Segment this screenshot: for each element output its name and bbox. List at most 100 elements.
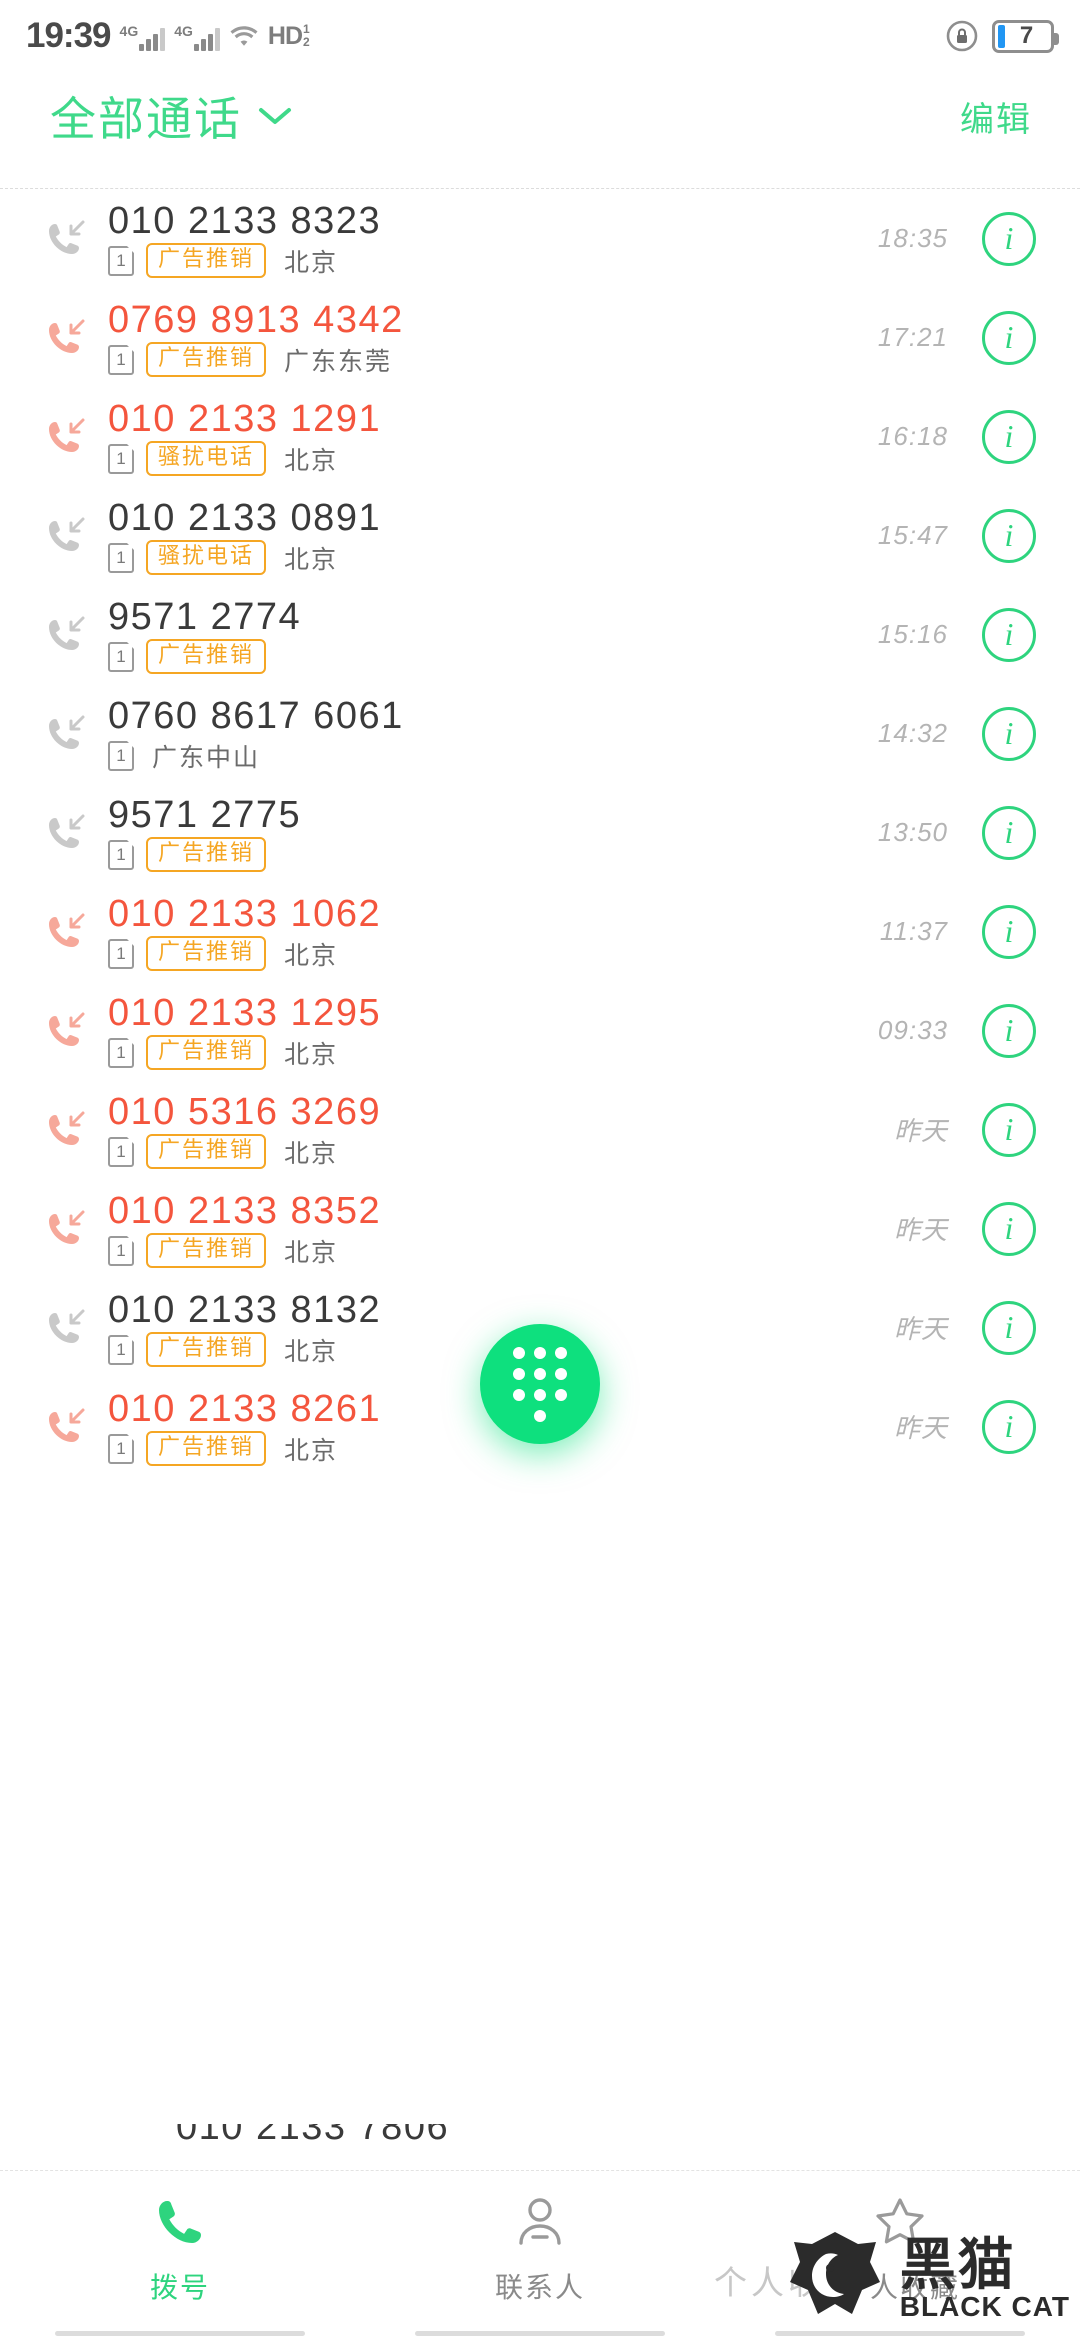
incoming-call-icon xyxy=(34,1107,96,1153)
black-cat-logo-icon xyxy=(780,2224,890,2334)
nav-item-dial[interactable]: 拨号 xyxy=(0,2171,360,2306)
phone-number: 010 2133 8352 xyxy=(108,1189,382,1232)
info-icon[interactable]: i xyxy=(982,211,1036,266)
watermark-cn-text: 黑猫 xyxy=(899,2233,1016,2296)
call-timestamp: 13:50 xyxy=(877,817,948,847)
sim-card-icon: 1 xyxy=(108,1334,134,1365)
incoming-call-icon xyxy=(34,1008,96,1054)
sim-card-icon: 1 xyxy=(108,1136,134,1167)
rotation-lock-icon xyxy=(946,20,978,52)
call-location-label: 北京 xyxy=(284,1139,339,1168)
info-icon[interactable]: i xyxy=(982,607,1036,662)
spam-tag-badge: 骚扰电话 xyxy=(146,540,267,575)
phone-number: 010 2133 0891 xyxy=(108,496,382,539)
call-log-row[interactable]: 010 5316 3269 1 广告推销 北京 昨天 i xyxy=(0,1080,1080,1179)
incoming-call-icon xyxy=(34,513,96,559)
call-timestamp: 15:16 xyxy=(877,619,948,649)
black-cat-watermark: 黑猫 BLACK CAT xyxy=(780,2224,1070,2334)
hd-sim2-indicator: 2 xyxy=(303,35,310,49)
incoming-call-icon xyxy=(34,909,96,955)
info-icon[interactable]: i xyxy=(982,1300,1036,1355)
call-timestamp: 昨天 xyxy=(893,1314,948,1344)
sim2-network-label: 4G xyxy=(174,23,193,39)
call-timestamp: 09:33 xyxy=(877,1015,948,1045)
phone-number: 010 2133 8132 xyxy=(108,1288,382,1331)
info-icon[interactable]: i xyxy=(982,409,1036,464)
call-log-row[interactable]: 0769 8913 4342 1 广告推销 广东东莞 17:21 i xyxy=(0,288,1080,387)
sim-card-icon: 1 xyxy=(108,443,134,474)
nav-item-label: 联系人 xyxy=(494,2272,585,2303)
sim-card-icon: 1 xyxy=(108,542,134,573)
spam-tag-badge: 广告推销 xyxy=(146,1431,267,1466)
phone-icon xyxy=(151,2193,209,2256)
call-timestamp: 昨天 xyxy=(893,1215,948,1245)
call-log-row[interactable]: 010 2133 8323 1 广告推销 北京 18:35 i xyxy=(0,189,1080,288)
call-log-list[interactable]: 010 2133 8323 1 广告推销 北京 18:35 i 0769 8913 4342… xyxy=(0,189,1080,1476)
call-log-row[interactable]: 010 2133 8352 1 广告推销 北京 昨天 i xyxy=(0,1179,1080,1278)
sim1-network-label: 4G xyxy=(119,23,139,39)
phone-number: 010 2133 8323 xyxy=(108,199,382,242)
dialpad-fab-button[interactable] xyxy=(480,1324,600,1444)
info-icon[interactable]: i xyxy=(982,904,1036,959)
phone-number: 010 2133 1291 xyxy=(108,397,382,440)
call-log-row[interactable]: 010 2133 0891 1 骚扰电话 北京 15:47 i xyxy=(0,486,1080,585)
phone-number: 9571 2775 xyxy=(108,793,302,836)
call-location-label: 北京 xyxy=(284,1040,339,1069)
sim2-signal-icon: 4G xyxy=(174,21,220,51)
battery-fill xyxy=(998,24,1005,48)
sim-card-icon: 1 xyxy=(108,938,134,969)
status-bar-left: 19:39 4G 4G HD 1 2 xyxy=(26,16,310,56)
sim-card-icon: 1 xyxy=(108,344,134,375)
phone-number: 010 2133 7806 xyxy=(176,2124,450,2148)
call-location-label: 北京 xyxy=(284,1436,339,1465)
call-log-row[interactable]: 010 2133 1062 1 广告推销 北京 11:37 i xyxy=(0,882,1080,981)
edit-button[interactable]: 编辑 xyxy=(960,92,1032,141)
spam-tag-badge: 骚扰电话 xyxy=(146,441,267,476)
status-clock: 19:39 xyxy=(26,16,112,55)
info-icon[interactable]: i xyxy=(982,805,1036,860)
info-icon[interactable]: i xyxy=(982,1102,1036,1157)
info-icon[interactable]: i xyxy=(982,1399,1036,1454)
call-log-row[interactable]: 9571 2775 1 广告推销 13:50 i xyxy=(0,783,1080,882)
chevron-down-icon xyxy=(258,106,292,126)
phone-number: 010 5316 3269 xyxy=(108,1090,382,1133)
phone-number: 0769 8913 4342 xyxy=(108,298,404,341)
call-log-row[interactable]: 9571 2774 1 广告推销 15:16 i xyxy=(0,585,1080,684)
info-icon[interactable]: i xyxy=(982,706,1036,761)
phone-number: 9571 2774 xyxy=(108,595,302,638)
info-icon[interactable]: i xyxy=(982,508,1036,563)
sim-card-icon: 1 xyxy=(108,740,134,771)
page-title: 全部通话 xyxy=(50,93,242,145)
call-location-label: 北京 xyxy=(284,941,339,970)
info-icon[interactable]: i xyxy=(982,1201,1036,1256)
sim-card-icon: 1 xyxy=(108,641,134,672)
call-row-partial[interactable]: 010 2133 7806 xyxy=(0,2124,1080,2170)
sim-card-icon: 1 xyxy=(108,839,134,870)
status-bar-right: 7 xyxy=(946,0,1059,72)
call-timestamp: 11:37 xyxy=(879,916,948,946)
spam-tag-badge: 广告推销 xyxy=(146,837,267,872)
call-log-row[interactable]: 0760 8617 6061 1 广东中山 14:32 i xyxy=(0,684,1080,783)
nav-item-contacts[interactable]: 联系人 xyxy=(360,2171,720,2306)
spam-tag-badge: 广告推销 xyxy=(146,243,267,278)
call-location-label: 北京 xyxy=(284,248,339,277)
battery-icon: 7 xyxy=(992,19,1059,53)
sim-card-icon: 1 xyxy=(108,245,134,276)
call-timestamp: 16:18 xyxy=(877,421,948,451)
spam-tag-badge: 广告推销 xyxy=(146,1332,267,1367)
sim1-signal-icon: 4G xyxy=(120,21,166,51)
call-location-label: 北京 xyxy=(284,545,339,574)
call-timestamp: 14:32 xyxy=(877,718,948,748)
incoming-call-icon xyxy=(34,414,96,460)
call-location-label: 北京 xyxy=(284,446,339,475)
call-filter-dropdown[interactable]: 全部通话 xyxy=(50,83,292,149)
info-icon[interactable]: i xyxy=(982,310,1036,365)
status-bar: 19:39 4G 4G HD 1 2 7 xyxy=(0,0,1080,72)
info-icon[interactable]: i xyxy=(982,1003,1036,1058)
call-log-row[interactable]: 010 2133 1291 1 骚扰电话 北京 16:18 i xyxy=(0,387,1080,486)
battery-percent: 7 xyxy=(1019,22,1034,49)
keypad-icon xyxy=(513,1346,567,1422)
call-location-label: 北京 xyxy=(284,1337,339,1366)
sim-card-icon: 1 xyxy=(108,1433,134,1464)
call-log-row[interactable]: 010 2133 1295 1 广告推销 北京 09:33 i xyxy=(0,981,1080,1080)
